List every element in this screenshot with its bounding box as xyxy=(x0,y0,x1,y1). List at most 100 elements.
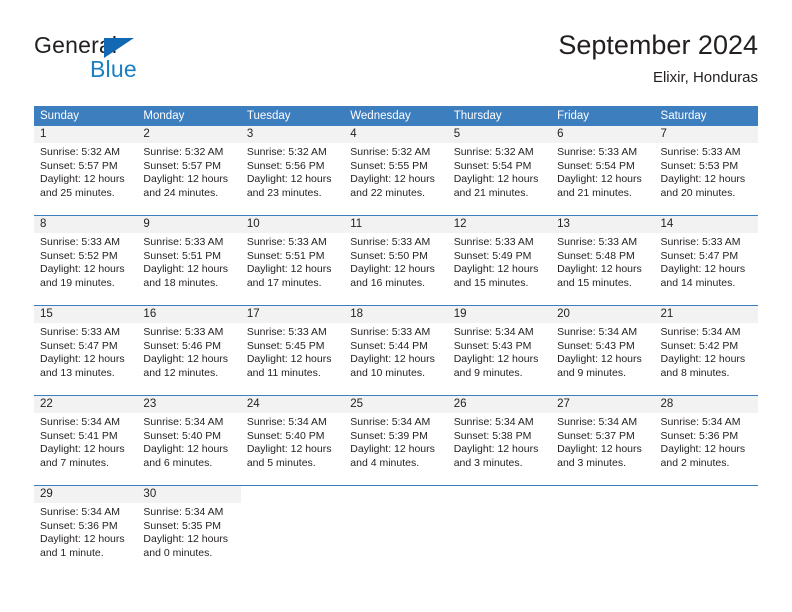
sunrise-text: Sunrise: 5:34 AM xyxy=(40,416,120,428)
daylight-text-line2: and 23 minutes. xyxy=(246,186,322,199)
sunset-text: Sunset: 5:43 PM xyxy=(453,339,532,352)
day-details: Sunrise: 5:34 AM Sunset: 5:43 PM Dayligh… xyxy=(448,323,551,380)
sunrise-text: Sunrise: 5:33 AM xyxy=(350,326,431,338)
daylight-text-line2: and 8 minutes. xyxy=(660,366,730,379)
sunrise-text: Sunrise: 5:32 AM xyxy=(143,146,224,158)
day-cell[interactable]: 6 Sunrise: 5:33 AM Sunset: 5:54 PM Dayli… xyxy=(551,126,655,215)
day-cell[interactable]: 17 Sunrise: 5:33 AM Sunset: 5:45 PM Dayl… xyxy=(240,306,345,395)
daylight-text-line1: Daylight: 12 hours xyxy=(660,353,746,366)
day-number: 1 xyxy=(34,126,138,143)
day-cell[interactable]: 22 Sunrise: 5:34 AM Sunset: 5:41 PM Dayl… xyxy=(34,396,138,485)
day-cell[interactable]: 29 Sunrise: 5:34 AM Sunset: 5:36 PM Dayl… xyxy=(34,486,138,575)
daylight-text-line2: and 9 minutes. xyxy=(557,366,626,379)
day-number: 6 xyxy=(551,126,655,143)
daylight-text-line2: and 10 minutes. xyxy=(350,366,425,379)
daylight-text-line1: Daylight: 12 hours xyxy=(40,173,125,186)
day-number: 27 xyxy=(551,396,655,413)
sunset-text: Sunset: 5:43 PM xyxy=(557,339,635,352)
day-cell-empty xyxy=(241,486,344,575)
day-cell[interactable]: 14 Sunrise: 5:33 AM Sunset: 5:47 PM Dayl… xyxy=(654,216,758,305)
daylight-text-line1: Daylight: 12 hours xyxy=(350,353,435,366)
day-number: 24 xyxy=(240,396,345,413)
weekday-header-friday: Friday xyxy=(551,106,655,125)
day-cell[interactable]: 23 Sunrise: 5:34 AM Sunset: 5:40 PM Dayl… xyxy=(137,396,241,485)
day-cell[interactable]: 18 Sunrise: 5:33 AM Sunset: 5:44 PM Dayl… xyxy=(344,306,448,395)
day-cell[interactable]: 11 Sunrise: 5:33 AM Sunset: 5:50 PM Dayl… xyxy=(344,216,448,305)
daylight-text-line1: Daylight: 12 hours xyxy=(246,263,332,276)
page-header: General Blue September 2024 Elixir, Hond… xyxy=(34,28,758,94)
day-details: Sunrise: 5:34 AM Sunset: 5:40 PM Dayligh… xyxy=(137,413,240,470)
day-cell[interactable]: 16 Sunrise: 5:33 AM Sunset: 5:46 PM Dayl… xyxy=(137,306,241,395)
daylight-text-line2: and 21 minutes. xyxy=(557,186,632,199)
day-cell[interactable]: 20 Sunrise: 5:34 AM Sunset: 5:43 PM Dayl… xyxy=(551,306,655,395)
day-details: Sunrise: 5:34 AM Sunset: 5:38 PM Dayligh… xyxy=(448,413,551,470)
day-cell[interactable]: 19 Sunrise: 5:34 AM Sunset: 5:43 PM Dayl… xyxy=(447,306,552,395)
daylight-text-line2: and 13 minutes. xyxy=(40,366,115,379)
day-cell[interactable]: 28 Sunrise: 5:34 AM Sunset: 5:36 PM Dayl… xyxy=(654,396,758,485)
day-cell[interactable]: 26 Sunrise: 5:34 AM Sunset: 5:38 PM Dayl… xyxy=(447,396,552,485)
sunset-text: Sunset: 5:37 PM xyxy=(557,429,635,442)
day-details: Sunrise: 5:32 AM Sunset: 5:57 PM Dayligh… xyxy=(34,143,137,200)
day-cell[interactable]: 12 Sunrise: 5:33 AM Sunset: 5:49 PM Dayl… xyxy=(447,216,552,305)
day-cell[interactable]: 15 Sunrise: 5:33 AM Sunset: 5:47 PM Dayl… xyxy=(34,306,138,395)
daylight-text-line2: and 5 minutes. xyxy=(246,456,316,469)
day-cell[interactable]: 4 Sunrise: 5:32 AM Sunset: 5:55 PM Dayli… xyxy=(344,126,448,215)
sunrise-text: Sunrise: 5:34 AM xyxy=(453,326,534,338)
daylight-text-line2: and 14 minutes. xyxy=(660,276,736,289)
day-cell[interactable]: 8 Sunrise: 5:33 AM Sunset: 5:52 PM Dayli… xyxy=(34,216,138,305)
sunset-text: Sunset: 5:52 PM xyxy=(40,249,118,262)
daylight-text-line1: Daylight: 12 hours xyxy=(453,263,539,276)
day-cell[interactable]: 24 Sunrise: 5:34 AM Sunset: 5:40 PM Dayl… xyxy=(240,396,345,485)
sunset-text: Sunset: 5:51 PM xyxy=(246,249,325,262)
day-number: 23 xyxy=(137,396,241,413)
daylight-text-line2: and 21 minutes. xyxy=(453,186,529,199)
day-number: 10 xyxy=(240,216,345,233)
daylight-text-line2: and 18 minutes. xyxy=(143,276,219,289)
daylight-text-line1: Daylight: 12 hours xyxy=(246,173,332,186)
day-number: 4 xyxy=(344,126,448,143)
sunset-text: Sunset: 5:47 PM xyxy=(660,249,739,262)
daylight-text-line2: and 9 minutes. xyxy=(453,366,523,379)
triangle-icon xyxy=(104,38,134,58)
daylight-text-line2: and 12 minutes. xyxy=(143,366,219,379)
day-cell[interactable]: 9 Sunrise: 5:33 AM Sunset: 5:51 PM Dayli… xyxy=(137,216,241,305)
sunset-text: Sunset: 5:36 PM xyxy=(40,519,118,532)
day-number: 14 xyxy=(654,216,758,233)
calendar-week-row: 8 Sunrise: 5:33 AM Sunset: 5:52 PM Dayli… xyxy=(34,215,758,305)
daylight-text-line1: Daylight: 12 hours xyxy=(143,173,229,186)
day-details: Sunrise: 5:34 AM Sunset: 5:36 PM Dayligh… xyxy=(34,503,137,560)
daylight-text-line2: and 19 minutes. xyxy=(40,276,115,289)
day-cell-empty xyxy=(344,486,447,575)
day-cell[interactable]: 3 Sunrise: 5:32 AM Sunset: 5:56 PM Dayli… xyxy=(240,126,345,215)
day-details: Sunrise: 5:33 AM Sunset: 5:45 PM Dayligh… xyxy=(241,323,344,380)
day-cell[interactable]: 13 Sunrise: 5:33 AM Sunset: 5:48 PM Dayl… xyxy=(551,216,655,305)
daylight-text-line1: Daylight: 12 hours xyxy=(40,533,125,546)
day-cell[interactable]: 7 Sunrise: 5:33 AM Sunset: 5:53 PM Dayli… xyxy=(654,126,758,215)
day-cell[interactable]: 2 Sunrise: 5:32 AM Sunset: 5:57 PM Dayli… xyxy=(137,126,241,215)
daylight-text-line1: Daylight: 12 hours xyxy=(557,353,642,366)
sunrise-text: Sunrise: 5:34 AM xyxy=(660,326,741,338)
day-cell[interactable]: 5 Sunrise: 5:32 AM Sunset: 5:54 PM Dayli… xyxy=(447,126,552,215)
daylight-text-line1: Daylight: 12 hours xyxy=(453,443,539,456)
day-cell[interactable]: 21 Sunrise: 5:34 AM Sunset: 5:42 PM Dayl… xyxy=(654,306,758,395)
day-cell[interactable]: 25 Sunrise: 5:34 AM Sunset: 5:39 PM Dayl… xyxy=(344,396,448,485)
sunrise-text: Sunrise: 5:33 AM xyxy=(246,326,327,338)
sunrise-text: Sunrise: 5:32 AM xyxy=(453,146,534,158)
generalblue-logo[interactable]: General Blue xyxy=(34,32,214,88)
day-cell[interactable]: 1 Sunrise: 5:32 AM Sunset: 5:57 PM Dayli… xyxy=(34,126,138,215)
daylight-text-line2: and 17 minutes. xyxy=(246,276,322,289)
day-details: Sunrise: 5:33 AM Sunset: 5:44 PM Dayligh… xyxy=(344,323,447,380)
weekday-header-sunday: Sunday xyxy=(34,106,138,125)
sunset-text: Sunset: 5:36 PM xyxy=(660,429,739,442)
day-cell[interactable]: 10 Sunrise: 5:33 AM Sunset: 5:51 PM Dayl… xyxy=(240,216,345,305)
sunrise-text: Sunrise: 5:34 AM xyxy=(143,416,224,428)
day-details: Sunrise: 5:33 AM Sunset: 5:53 PM Dayligh… xyxy=(655,143,758,200)
day-details: Sunrise: 5:34 AM Sunset: 5:39 PM Dayligh… xyxy=(344,413,447,470)
daylight-text-line2: and 15 minutes. xyxy=(557,276,632,289)
sunrise-text: Sunrise: 5:33 AM xyxy=(246,236,327,248)
day-cell[interactable]: 27 Sunrise: 5:34 AM Sunset: 5:37 PM Dayl… xyxy=(551,396,655,485)
daylight-text-line2: and 2 minutes. xyxy=(660,456,730,469)
sunset-text: Sunset: 5:42 PM xyxy=(660,339,739,352)
day-cell[interactable]: 30 Sunrise: 5:34 AM Sunset: 5:35 PM Dayl… xyxy=(137,486,241,575)
sunset-text: Sunset: 5:50 PM xyxy=(350,249,428,262)
